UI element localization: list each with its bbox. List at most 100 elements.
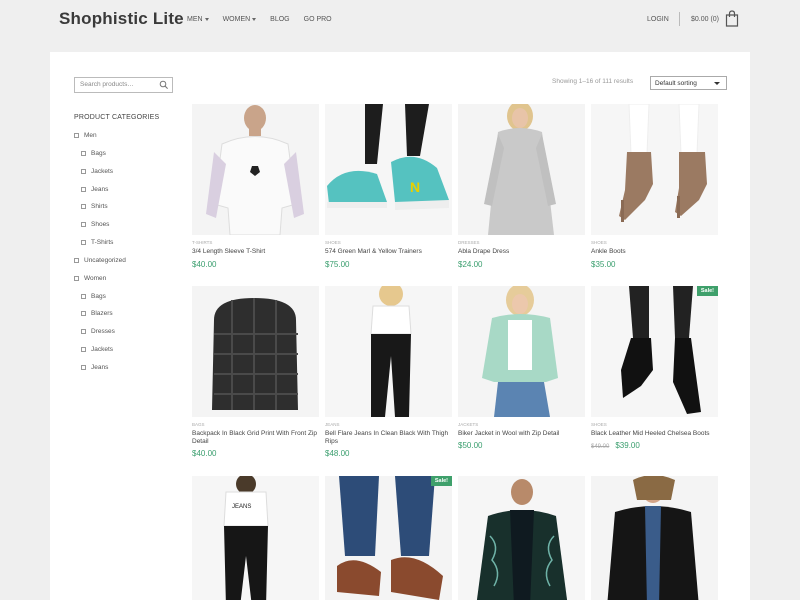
checkbox[interactable] <box>81 329 86 334</box>
checkbox[interactable] <box>81 365 86 370</box>
product-name[interactable]: Ankle Boots <box>591 248 718 256</box>
checkbox[interactable] <box>81 240 86 245</box>
product-name[interactable]: 3/4 Length Sleeve T-Shirt <box>192 248 319 256</box>
category-item[interactable]: Shirts <box>81 203 108 210</box>
svg-text:JEANS: JEANS <box>232 504 251 510</box>
category-item[interactable]: Men <box>74 132 97 139</box>
category-label: Uncategorized <box>84 257 126 264</box>
sale-badge: Sale! <box>696 286 718 296</box>
checkbox[interactable] <box>81 294 86 299</box>
old-price: $49.00 <box>591 444 610 450</box>
category-item[interactable]: Jeans <box>81 186 108 193</box>
product-image[interactable] <box>458 104 585 235</box>
checkbox[interactable] <box>81 311 86 316</box>
ankle-boots-image <box>591 104 718 235</box>
product-image[interactable] <box>591 476 718 600</box>
search-field[interactable]: Search products… <box>74 77 173 93</box>
sale-badge: Sale! <box>430 476 452 486</box>
category-item[interactable]: Jeans <box>81 364 108 371</box>
product-category[interactable]: BAGS <box>192 422 205 427</box>
shopping-bag-icon[interactable] <box>725 10 739 27</box>
product-name[interactable]: Black Leather Mid Heeled Chelsea Boots <box>591 430 718 438</box>
product-image[interactable]: N <box>325 104 452 235</box>
product-image[interactable]: Sale! <box>591 286 718 417</box>
category-label: T-Shirts <box>91 239 114 246</box>
product-image[interactable] <box>458 286 585 417</box>
site-header: Shophistic Lite MEN WOMEN BLOG GO PRO LO… <box>0 0 800 52</box>
checkbox[interactable] <box>81 169 86 174</box>
login-link[interactable]: LOGIN <box>647 16 669 23</box>
search-input[interactable]: Search products… <box>80 81 134 88</box>
product-price: $49.00 $39.00 <box>591 441 640 450</box>
category-label: Blazers <box>91 310 113 317</box>
category-item[interactable]: Bags <box>81 293 106 300</box>
category-item[interactable]: Shoes <box>81 221 109 228</box>
product-image[interactable] <box>192 286 319 417</box>
search-icon[interactable] <box>159 80 169 90</box>
product-price: $35.00 <box>591 260 616 269</box>
product-category[interactable]: SHOES <box>591 240 607 245</box>
biker-jacket-image <box>458 286 585 417</box>
product-price: $40.00 <box>192 260 217 269</box>
sort-select[interactable]: Default sorting <box>650 76 727 90</box>
product-image[interactable] <box>325 286 452 417</box>
category-label: Jeans <box>91 186 109 193</box>
product-category[interactable]: DRESSES <box>458 240 480 245</box>
product-category[interactable]: JEANS <box>325 422 340 427</box>
category-item[interactable]: Bags <box>81 150 106 157</box>
product-price: $48.00 <box>325 449 350 458</box>
product-name[interactable]: 574 Green Marl & Yellow Trainers <box>325 248 452 256</box>
category-label: Shirts <box>91 203 108 210</box>
product-image[interactable]: JEANS <box>192 476 319 600</box>
parka-image <box>591 476 718 600</box>
category-label: Bags <box>91 150 106 157</box>
checkbox[interactable] <box>81 347 86 352</box>
product-name[interactable]: Abla Drape Dress <box>458 248 585 256</box>
category-label: Dresses <box>91 328 115 335</box>
checkbox[interactable] <box>81 151 86 156</box>
category-label: Shoes <box>91 221 110 228</box>
cart-total[interactable]: $0.00 (0) <box>691 16 719 23</box>
category-item[interactable]: T-Shirts <box>81 239 113 246</box>
site-logo[interactable]: Shophistic Lite <box>59 9 184 29</box>
categories-title: PRODUCT CATEGORIES <box>74 114 160 121</box>
category-item[interactable]: Dresses <box>81 328 115 335</box>
product-image[interactable] <box>192 104 319 235</box>
category-item[interactable]: Uncategorized <box>74 257 126 264</box>
backpack-image <box>192 286 319 417</box>
chevron-down-icon <box>252 18 257 21</box>
product-name[interactable]: Biker Jacket in Wool with Zip Detail <box>458 430 585 438</box>
product-category[interactable]: SHOES <box>325 240 341 245</box>
nav-blog[interactable]: BLOG <box>270 16 289 23</box>
product-name[interactable]: Backpack In Black Grid Print With Front … <box>192 430 319 446</box>
category-label: Jackets <box>91 346 114 353</box>
trainers-image: N <box>325 104 452 235</box>
sort-label: Default sorting <box>655 80 697 87</box>
checkbox[interactable] <box>81 204 86 209</box>
product-category[interactable]: T-SHIRTS <box>192 240 212 245</box>
nav-go-pro[interactable]: GO PRO <box>304 16 332 23</box>
category-item[interactable]: Jackets <box>81 346 113 353</box>
product-name[interactable]: Bell Flare Jeans In Clean Black With Thi… <box>325 430 452 446</box>
checkbox[interactable] <box>74 276 79 281</box>
category-item[interactable]: Jackets <box>81 168 113 175</box>
product-image[interactable] <box>458 476 585 600</box>
category-label: Men <box>84 132 97 139</box>
nav-women[interactable]: WOMEN <box>223 16 257 23</box>
product-price: $24.00 <box>458 260 483 269</box>
checkbox[interactable] <box>81 187 86 192</box>
category-item[interactable]: Women <box>74 275 106 282</box>
category-item[interactable]: Blazers <box>81 310 113 317</box>
product-image[interactable] <box>591 104 718 235</box>
product-category[interactable]: SHOES <box>591 422 607 427</box>
checkbox[interactable] <box>74 133 79 138</box>
product-category[interactable]: JACKETS <box>458 422 478 427</box>
checkbox[interactable] <box>74 258 79 263</box>
result-count: Showing 1–16 of 111 results <box>552 78 634 85</box>
chevron-down-icon <box>204 18 209 21</box>
category-label: Jeans <box>91 364 109 371</box>
nav-women-label: WOMEN <box>222 16 251 23</box>
product-image[interactable]: Sale! <box>325 476 452 600</box>
nav-men[interactable]: MEN <box>187 16 209 23</box>
checkbox[interactable] <box>81 222 86 227</box>
